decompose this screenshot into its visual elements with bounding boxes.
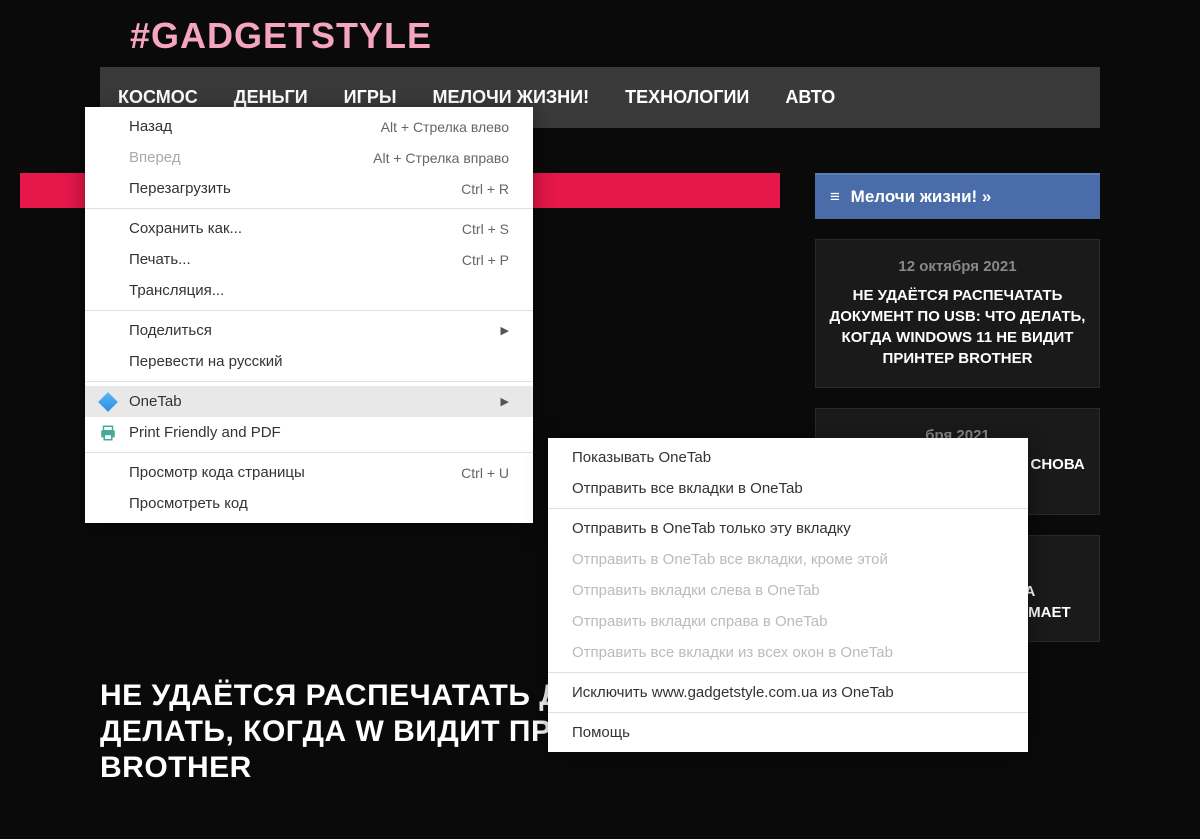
submenu-item-show-onetab[interactable]: Показывать OneTab [548,442,1028,473]
nav-item-tehnologii[interactable]: ТЕХНОЛОГИИ [607,67,767,128]
menu-label: Исключить www.gadgetstyle.com.ua из OneT… [572,684,1004,701]
menu-item-print-friendly[interactable]: Print Friendly and PDF [85,417,533,448]
chevron-right-icon: ▶ [501,324,509,337]
submenu-item-send-this[interactable]: Отправить в OneTab только эту вкладку [548,513,1028,544]
menu-item-translate[interactable]: Перевести на русский [85,346,533,377]
menu-shortcut: Alt + Стрелка вправо [373,150,509,166]
menu-item-save-as[interactable]: Сохранить как... Ctrl + S [85,213,533,244]
submenu-item-exclude[interactable]: Исключить www.gadgetstyle.com.ua из OneT… [548,677,1028,708]
post-date: 12 октября 2021 [828,258,1087,275]
menu-label: Печать... [129,251,462,268]
menu-item-view-source[interactable]: Просмотр кода страницы Ctrl + U [85,457,533,488]
submenu-item-send-all-windows: Отправить все вкладки из всех окон в One… [548,637,1028,668]
site-title: #GADGETSTYLE [20,0,1180,67]
menu-label: Отправить в OneTab только эту вкладку [572,520,1004,537]
post-title: НЕ УДАЁТСЯ РАСПЕЧАТАТЬ ДОКУМЕНТ ПО USB: … [828,285,1087,369]
submenu-item-send-all[interactable]: Отправить все вкладки в OneTab [548,473,1028,504]
context-submenu-onetab: Показывать OneTab Отправить все вкладки … [548,438,1028,752]
menu-label: Перевести на русский [129,353,509,370]
menu-label: Отправить все вкладки из всех окон в One… [572,644,1004,661]
menu-label: Отправить вкладки справа в OneTab [572,613,1004,630]
context-menu: Назад Alt + Стрелка влево Вперед Alt + С… [85,107,533,523]
menu-label: Просмотреть код [129,495,509,512]
menu-label: Перезагрузить [129,180,461,197]
printer-icon [99,424,117,442]
menu-shortcut: Ctrl + R [461,181,509,197]
menu-shortcut: Ctrl + P [462,252,509,268]
post-card[interactable]: 12 октября 2021 НЕ УДАЁТСЯ РАСПЕЧАТАТЬ Д… [815,239,1100,388]
menu-label: OneTab [129,393,501,410]
submenu-item-help[interactable]: Помощь [548,717,1028,748]
menu-item-inspect[interactable]: Просмотреть код [85,488,533,519]
menu-label: Вперед [129,149,373,166]
menu-item-share[interactable]: Поделиться ▶ [85,315,533,346]
submenu-item-send-left: Отправить вкладки слева в OneTab [548,575,1028,606]
sidebar-header-label: Мелочи жизни! » [851,187,992,206]
menu-label: Поделиться [129,322,501,339]
menu-label: Отправить в OneTab все вкладки, кроме эт… [572,551,1004,568]
menu-label: Отправить все вкладки в OneTab [572,480,1004,497]
menu-item-onetab[interactable]: OneTab ▶ [85,386,533,417]
menu-label: Трансляция... [129,282,509,299]
menu-label: Сохранить как... [129,220,462,237]
nav-item-avto[interactable]: АВТО [767,67,853,128]
menu-item-print[interactable]: Печать... Ctrl + P [85,244,533,275]
menu-label: Назад [129,118,381,135]
menu-label: Отправить вкладки слева в OneTab [572,582,1004,599]
menu-shortcut: Alt + Стрелка влево [381,119,509,135]
diamond-icon [99,393,117,411]
menu-shortcut: Ctrl + S [462,221,509,237]
menu-shortcut: Ctrl + U [461,465,509,481]
menu-item-forward: Вперед Alt + Стрелка вправо [85,142,533,173]
menu-label: Просмотр кода страницы [129,464,461,481]
menu-item-back[interactable]: Назад Alt + Стрелка влево [85,111,533,142]
menu-icon: ≡ [830,187,840,206]
menu-item-reload[interactable]: Перезагрузить Ctrl + R [85,173,533,204]
menu-label: Показывать OneTab [572,449,1004,466]
sidebar-header[interactable]: ≡ Мелочи жизни! » [815,173,1100,219]
submenu-item-send-right: Отправить вкладки справа в OneTab [548,606,1028,637]
chevron-right-icon: ▶ [501,395,509,408]
menu-item-cast[interactable]: Трансляция... [85,275,533,306]
submenu-item-send-except: Отправить в OneTab все вкладки, кроме эт… [548,544,1028,575]
menu-label: Помощь [572,724,1004,741]
menu-label: Print Friendly and PDF [129,424,509,441]
